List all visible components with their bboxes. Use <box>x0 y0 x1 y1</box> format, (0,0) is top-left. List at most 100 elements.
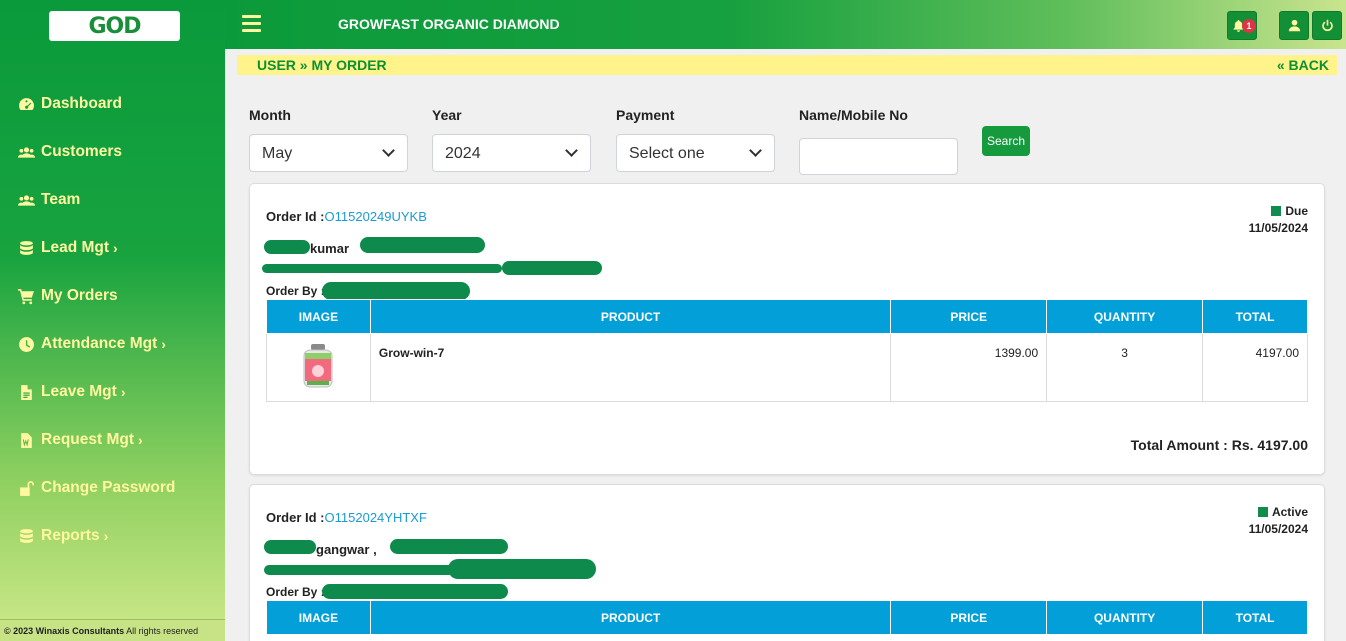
clock-icon <box>16 335 36 353</box>
order-status-label: Due <box>1285 204 1308 218</box>
product-name: Grow-win-7 <box>369 333 892 402</box>
column-header-price: PRICE <box>890 299 1048 334</box>
total-amount: Total Amount : Rs. 4197.00 <box>1130 437 1308 453</box>
power-icon <box>1321 19 1333 32</box>
sidebar-item-customers[interactable]: Customers <box>0 128 225 176</box>
database-icon <box>16 527 36 545</box>
table-row: Grow-win-7 1399.00 3 4197.00 <box>266 333 1308 402</box>
order-id-label: Order Id : <box>266 510 325 525</box>
database-icon <box>16 239 36 257</box>
footer-company: © 2023 Winaxis Consultants <box>4 626 125 636</box>
sidebar-item-reports[interactable]: Reports › <box>0 512 225 560</box>
payment-select[interactable]: Select one <box>616 134 775 172</box>
redaction-mark <box>264 540 316 554</box>
order-items-table: IMAGE PRODUCT PRICE QUANTITY TOTAL <box>266 600 1308 635</box>
month-select[interactable]: May <box>249 134 408 172</box>
order-date: 11/05/2024 <box>1248 522 1308 536</box>
chevron-down-icon <box>749 144 762 157</box>
payment-label: Payment <box>616 107 675 123</box>
sidebar-item-label: Attendance Mgt <box>41 335 158 352</box>
sidebar-item-label: Leave Mgt <box>41 383 117 400</box>
hamburger-menu-icon[interactable] <box>242 15 261 33</box>
notification-count-badge: 1 <box>1242 19 1256 33</box>
payment-select-value: Select one <box>629 145 705 162</box>
logout-button[interactable] <box>1312 11 1342 40</box>
column-header-price: PRICE <box>890 600 1048 635</box>
column-header-image: IMAGE <box>266 600 371 635</box>
column-header-product: PRODUCT <box>369 299 892 334</box>
order-card: Order Id :O11520249UYKB Due 11/05/2024 k… <box>249 183 1325 475</box>
sidebar-item-label: Reports <box>41 527 100 544</box>
redaction-mark <box>262 264 502 273</box>
month-label: Month <box>249 107 291 123</box>
topbar: GROWFAST ORGANIC DIAMOND 1 <box>225 0 1346 49</box>
sidebar-item-attendance-mgt[interactable]: Attendance Mgt › <box>0 320 225 368</box>
order-id-value[interactable]: O11520249UYKB <box>325 209 427 224</box>
redaction-mark <box>322 584 508 599</box>
status-square-icon <box>1271 206 1282 216</box>
sidebar-item-label: Request Mgt <box>41 431 134 448</box>
sidebar-item-label: Lead Mgt <box>41 239 110 256</box>
year-label: Year <box>432 107 462 123</box>
sidebar-item-my-orders[interactable]: My Orders <box>0 272 225 320</box>
product-image <box>301 343 335 389</box>
dashboard-icon <box>16 95 36 113</box>
order-status-label: Active <box>1271 505 1308 519</box>
order-status: Active <box>1257 505 1308 519</box>
column-header-image: IMAGE <box>266 299 371 334</box>
redaction-mark <box>360 237 485 253</box>
brand-logo[interactable]: GOD <box>49 11 180 41</box>
sidebar-item-label: Team <box>41 191 81 208</box>
year-select-value: 2024 <box>445 145 481 162</box>
month-select-value: May <box>262 145 293 162</box>
sidebar-item-leave-mgt[interactable]: Leave Mgt › <box>0 368 225 416</box>
breadcrumb-path: USER » MY ORDER <box>257 57 387 73</box>
search-button[interactable]: Search <box>982 126 1030 156</box>
sidebar-item-label: My Orders <box>41 287 118 304</box>
chevron-down-icon <box>565 144 578 157</box>
order-by: Order By : <box>266 284 325 298</box>
profile-button[interactable] <box>1279 11 1309 40</box>
sidebar-item-dashboard[interactable]: Dashboard <box>0 80 225 128</box>
column-header-total: TOTAL <box>1202 299 1308 334</box>
product-price: 1399.00 <box>890 333 1048 402</box>
order-items-table: IMAGE PRODUCT PRICE QUANTITY TOTAL <box>266 299 1308 402</box>
sidebar-item-label: Customers <box>41 143 122 160</box>
sidebar-item-change-password[interactable]: Change Password <box>0 464 225 512</box>
order-status: Due <box>1271 204 1308 218</box>
name-mobile-input[interactable] <box>799 138 958 175</box>
redaction-mark <box>264 240 310 254</box>
product-image-cell <box>266 333 371 402</box>
sidebar-item-label: Change Password <box>41 479 176 496</box>
customer-name: kumar <box>310 241 350 256</box>
redaction-mark <box>502 261 602 275</box>
notifications-button[interactable]: 1 <box>1227 11 1257 40</box>
back-link[interactable]: « BACK <box>1277 57 1329 73</box>
chevron-down-icon <box>382 144 395 157</box>
sidebar-item-lead-mgt[interactable]: Lead Mgt › <box>0 224 225 272</box>
redaction-mark <box>390 539 508 554</box>
column-header-quantity: QUANTITY <box>1046 299 1204 334</box>
word-file-icon <box>16 431 36 449</box>
sidebar-item-request-mgt[interactable]: Request Mgt › <box>0 416 225 464</box>
brand-title: GROWFAST ORGANIC DIAMOND <box>338 16 560 32</box>
document-icon <box>16 383 36 401</box>
user-icon <box>1288 19 1300 32</box>
sidebar: GOD Dashboard Customers Team Lead Mgt › … <box>0 0 225 641</box>
product-total: 4197.00 <box>1202 333 1308 402</box>
chevron-right-icon: › <box>161 336 166 352</box>
order-id-value[interactable]: O1152024YHTXF <box>325 510 427 525</box>
sidebar-item-team[interactable]: Team <box>0 176 225 224</box>
users-icon <box>16 191 36 209</box>
customer-name: gangwar , <box>316 542 377 557</box>
breadcrumb: USER » MY ORDER « BACK <box>237 55 1337 75</box>
chevron-right-icon: › <box>120 384 126 400</box>
sidebar-footer: © 2023 Winaxis Consultants All rights re… <box>0 619 225 641</box>
name-mobile-label: Name/Mobile No <box>799 107 908 123</box>
year-select[interactable]: 2024 <box>432 134 591 172</box>
order-card: Order Id :O1152024YHTXF Active 11/05/202… <box>249 484 1325 641</box>
footer-rights: All rights reserved <box>124 626 199 636</box>
redaction-mark <box>264 565 454 575</box>
users-icon <box>16 143 36 161</box>
order-by: Order By : <box>266 585 325 599</box>
